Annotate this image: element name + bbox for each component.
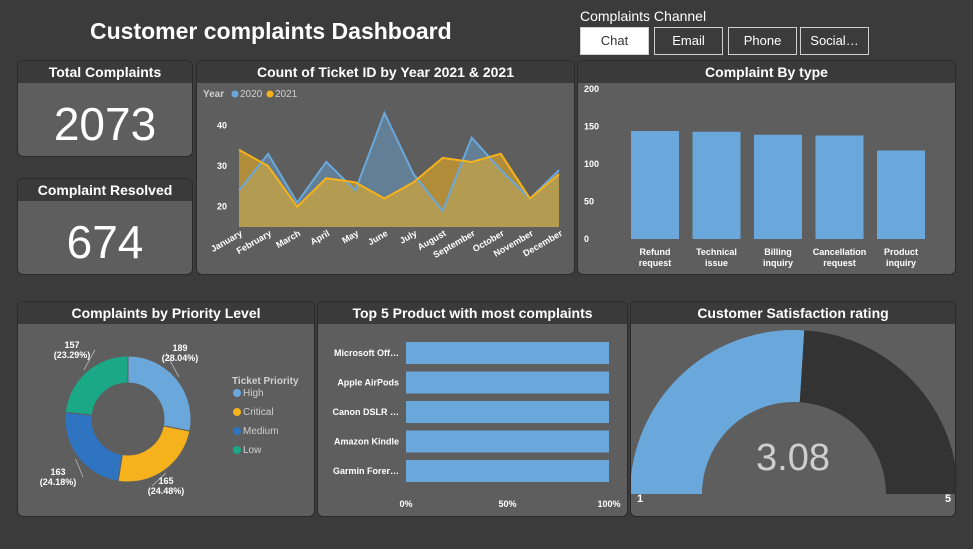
area-x-tick: April [309, 228, 332, 247]
total-complaints-label: Total Complaints [18, 61, 192, 83]
type-bar[interactable] [692, 131, 741, 239]
type-x-label: Billing [764, 247, 792, 257]
product-x-tick: 100% [597, 499, 620, 509]
priority-legend-marker [233, 408, 241, 416]
product-bar[interactable] [406, 430, 609, 453]
channel-slicer-title: Complaints Channel [580, 8, 707, 24]
type-x-label: inquiry [886, 258, 916, 268]
donut-value-label: 165 [158, 476, 173, 486]
type-y-tick: 200 [584, 84, 599, 94]
product-bar[interactable] [406, 401, 609, 423]
product-x-tick: 0% [399, 499, 412, 509]
priority-legend-marker [233, 389, 241, 397]
donut-pct-label: (24.48%) [148, 486, 185, 496]
product-label: Apple AirPods [337, 378, 399, 388]
slicer-phone-button[interactable]: Phone [728, 27, 797, 55]
type-y-tick: 150 [584, 122, 599, 132]
complaint-by-type-card: Complaint By type 0 50 100 150 200 Refund requ… [577, 60, 956, 275]
product-bar[interactable] [406, 460, 609, 482]
donut-pct-label: (24.18%) [40, 477, 77, 487]
donut-value-label: 189 [172, 343, 187, 353]
product-bar[interactable] [406, 371, 609, 394]
type-x-label: issue [705, 258, 728, 268]
gauge-value: 3.08 [756, 437, 830, 479]
priority-legend-label: High [243, 388, 264, 399]
legend-2020-label: 2020 [240, 89, 263, 100]
gauge-svg: 3.08 1 5 [631, 329, 955, 505]
type-y-tick: 0 [584, 234, 589, 244]
product-bar[interactable] [406, 342, 609, 364]
priority-donut-card: Complaints by Priority Level 189 (28.04%)… [17, 301, 315, 517]
type-x-label: Product [884, 247, 918, 257]
area-legend-title: Year [203, 89, 224, 100]
top-products-card: Top 5 Product with most complaints Micro… [317, 301, 628, 517]
priority-legend-label: Critical [243, 407, 274, 418]
area-chart-svg: Year 2020 2021 203040JanuaryFebruary Marc… [203, 89, 564, 260]
area-x-tick: March [274, 228, 302, 250]
total-complaints-card: Total Complaints 2073 [17, 60, 193, 157]
area-y-tick: 30 [217, 161, 227, 171]
product-label: Garmin Forer… [333, 466, 399, 476]
donut-slice-high[interactable] [127, 355, 192, 432]
priority-legend-marker [233, 427, 241, 435]
priority-legend-label: Medium [243, 426, 279, 437]
ticket-count-area-chart-card: Count of Ticket ID by Year 2021 & 2021 Y… [196, 60, 575, 275]
area-y-tick: 20 [217, 202, 227, 212]
legend-2020-marker [231, 90, 239, 98]
priority-legend-label: Low [243, 445, 262, 456]
donut-pct-label: (28.04%) [162, 353, 199, 363]
gauge-min-label: 1 [637, 493, 643, 505]
donut-pct-label: (23.29%) [54, 350, 91, 360]
donut-slice-critical[interactable] [117, 425, 191, 483]
type-bar[interactable] [815, 135, 864, 240]
area-chart-title: Count of Ticket ID by Year 2021 & 2021 [197, 61, 574, 83]
priority-legend-marker [233, 446, 241, 454]
product-label: Canon DSLR … [333, 407, 400, 417]
slicer-email-button[interactable]: Email [654, 27, 723, 55]
donut-slice-low[interactable] [64, 355, 129, 416]
page-title: Customer complaints Dashboard [90, 18, 452, 44]
slicer-chat-button[interactable]: Chat [580, 27, 649, 55]
type-y-tick: 50 [584, 197, 594, 207]
slicer-social-button[interactable]: Social… [800, 27, 869, 55]
total-complaints-value: 2073 [53, 98, 157, 150]
donut-slice-medium[interactable] [64, 411, 123, 482]
donut-chart-svg: 189(28.04%) 165(24.48%) 163(24.18%) 157(23.… [40, 340, 299, 496]
type-y-tick: 100 [584, 159, 599, 169]
type-chart-svg: 050100150200RefundrequestTechnicalissueB… [584, 84, 925, 268]
type-bar[interactable] [877, 150, 925, 240]
type-x-label: Technical [696, 247, 737, 257]
legend-2021-label: 2021 [275, 89, 298, 100]
complaints-resolved-value: 674 [66, 216, 144, 268]
area-x-tick: May [340, 228, 360, 245]
satisfaction-gauge-card: Customer Satisfaction rating 3.08 1 5 [630, 301, 956, 517]
type-bar[interactable] [631, 131, 679, 239]
type-x-label: request [639, 258, 672, 268]
legend-2021-marker [266, 90, 274, 98]
top-products-svg: Microsoft Off… Apple AirPods Canon DSLR … A… [333, 342, 621, 509]
product-x-tick: 50% [498, 499, 516, 509]
type-bar[interactable] [754, 134, 802, 239]
area-x-tick: June [366, 228, 389, 247]
type-x-label: Refund [640, 247, 671, 257]
product-label: Microsoft Off… [334, 348, 399, 358]
type-x-label: Cancellation [813, 247, 867, 257]
donut-value-label: 157 [64, 340, 79, 350]
area-y-tick: 40 [217, 120, 227, 130]
product-label: Amazon Kindle [334, 437, 399, 447]
priority-legend-title: Ticket Priority [232, 376, 299, 387]
complaints-resolved-card: Complaint Resolved 674 [17, 178, 193, 275]
type-x-label: request [823, 258, 856, 268]
donut-value-label: 163 [50, 467, 65, 477]
complaints-resolved-label: Complaint Resolved [18, 179, 192, 201]
gauge-max-label: 5 [945, 493, 951, 505]
type-x-label: inquiry [763, 258, 793, 268]
